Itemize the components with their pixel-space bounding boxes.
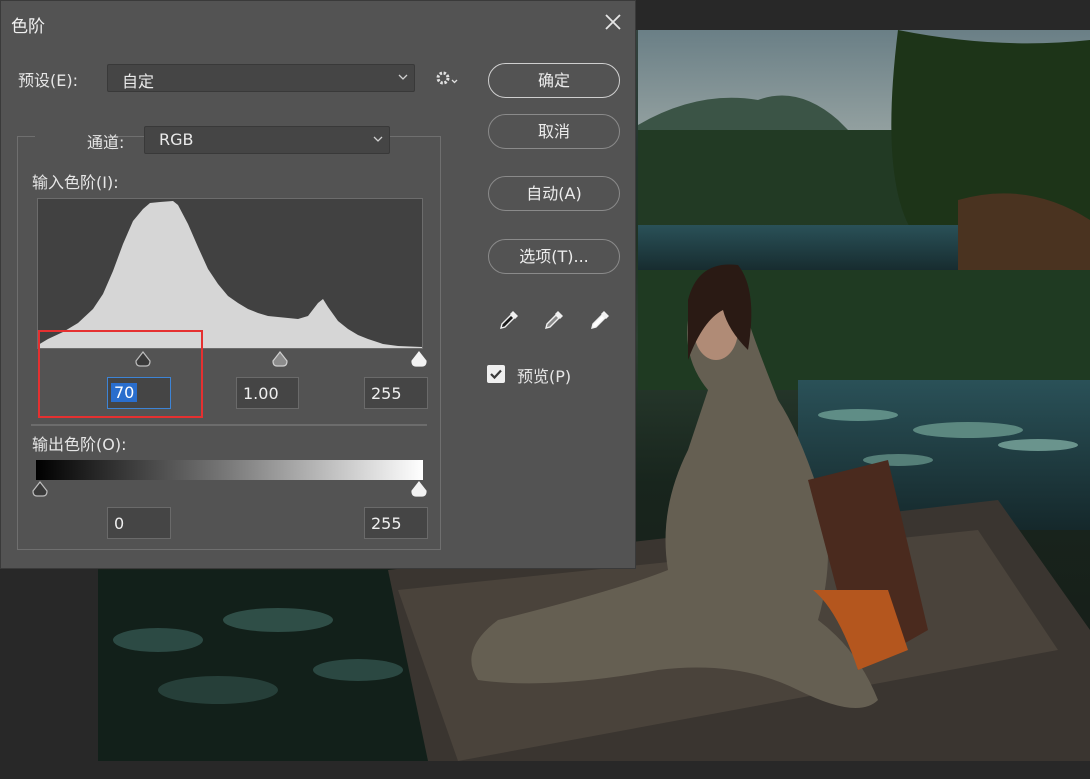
output-levels-slider[interactable]	[32, 481, 427, 499]
checkmark-icon	[490, 369, 502, 380]
levels-dialog: 色阶 预设(E): 自定 确定 取消 自动(A) 选项(T)... 预览(P) …	[0, 0, 636, 569]
preview-label: 预览(P)	[517, 367, 572, 386]
input-levels-label: 输入色阶(I):	[32, 173, 119, 192]
options-button[interactable]: 选项(T)...	[488, 239, 620, 274]
annotation-highlight-box	[38, 330, 203, 418]
dialog-titlebar[interactable]: 色阶	[1, 1, 635, 45]
highlight-input-handle[interactable]	[410, 351, 428, 367]
gray-point-eyedropper-icon[interactable]	[541, 307, 567, 333]
input-highlight-value: 255	[371, 384, 402, 403]
preset-value: 自定	[122, 72, 155, 91]
section-divider	[31, 424, 427, 426]
chevron-down-icon	[373, 136, 383, 142]
input-highlight-field[interactable]: 255	[364, 377, 428, 409]
histogram	[37, 198, 423, 349]
white-point-eyedropper-icon[interactable]	[587, 307, 613, 333]
output-levels-label: 输出色阶(O):	[32, 435, 127, 454]
input-midtone-field[interactable]: 1.00	[236, 377, 299, 409]
output-high-value: 255	[371, 514, 402, 533]
preset-label: 预设(E):	[18, 71, 78, 90]
input-midtone-value: 1.00	[243, 384, 279, 403]
output-low-handle[interactable]	[31, 481, 49, 497]
black-point-eyedropper-icon[interactable]	[496, 307, 522, 333]
output-low-field[interactable]: 0	[107, 507, 171, 539]
channel-value: RGB	[159, 130, 194, 149]
gear-icon[interactable]	[433, 67, 461, 89]
output-high-handle[interactable]	[410, 481, 428, 497]
cancel-button[interactable]: 取消	[488, 114, 620, 149]
preset-dropdown[interactable]: 自定	[107, 64, 415, 92]
histogram-graph	[38, 201, 422, 348]
channel-label: 通道:	[87, 133, 125, 152]
output-gradient-bar	[36, 460, 423, 480]
dialog-title: 色阶	[11, 17, 45, 37]
midtone-input-handle[interactable]	[271, 351, 289, 367]
ok-button[interactable]: 确定	[488, 63, 620, 98]
output-high-field[interactable]: 255	[364, 507, 428, 539]
channel-dropdown[interactable]: RGB	[144, 126, 390, 154]
chevron-down-icon	[398, 74, 408, 80]
preview-checkbox[interactable]	[487, 365, 505, 383]
auto-button[interactable]: 自动(A)	[488, 176, 620, 211]
output-low-value: 0	[114, 514, 125, 533]
close-icon[interactable]	[601, 9, 625, 35]
